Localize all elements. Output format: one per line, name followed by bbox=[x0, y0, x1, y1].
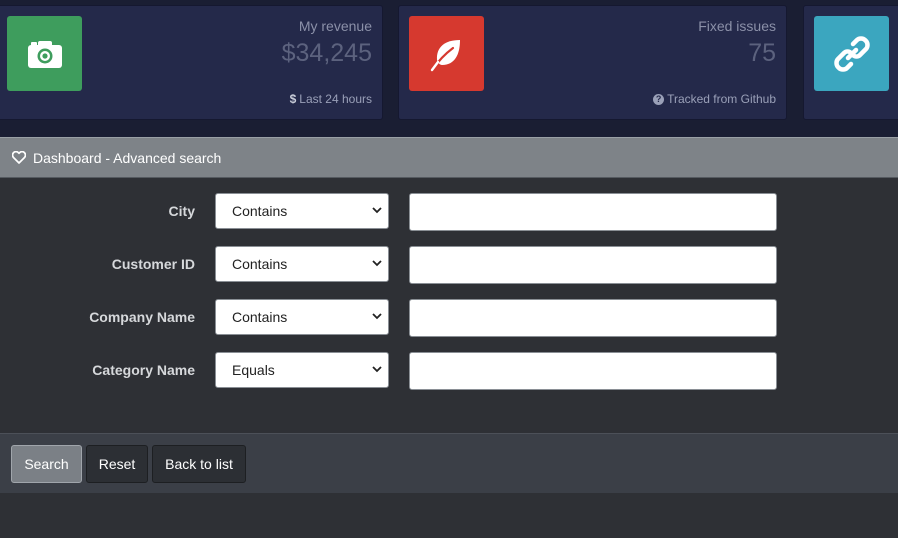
back-to-list-button[interactable]: Back to list bbox=[152, 445, 246, 483]
form-row-city: City Contains bbox=[0, 193, 898, 231]
revenue-card: My revenue $34,245 $ Last 24 hours bbox=[0, 5, 383, 120]
city-label: City bbox=[168, 203, 195, 219]
category-name-label: Category Name bbox=[92, 362, 195, 378]
revenue-value: $34,245 bbox=[281, 39, 372, 67]
category-name-operator-select[interactable]: Equals bbox=[215, 352, 389, 388]
advanced-search-form: City Contains Customer ID Contains Compa… bbox=[0, 178, 898, 433]
chevron-down-icon bbox=[372, 366, 382, 373]
company-name-value-input[interactable] bbox=[409, 299, 777, 337]
issues-footer: ? Tracked from Github bbox=[653, 92, 776, 106]
issues-footer-text: Tracked from Github bbox=[667, 92, 776, 106]
city-value-input[interactable] bbox=[409, 193, 777, 231]
city-operator-select[interactable]: Contains bbox=[215, 193, 389, 229]
revenue-footer-text: Last 24 hours bbox=[299, 92, 372, 106]
category-name-value-input[interactable] bbox=[409, 352, 777, 390]
issues-card: Fixed issues 75 ? Tracked from Github bbox=[398, 5, 787, 120]
customer-id-value-input[interactable] bbox=[409, 246, 777, 284]
customer-id-operator-select[interactable]: Contains bbox=[215, 246, 389, 282]
city-operator-value: Contains bbox=[232, 203, 288, 219]
link-icon bbox=[814, 16, 889, 91]
panel-title: Dashboard - Advanced search bbox=[33, 149, 222, 166]
company-name-operator-value: Contains bbox=[232, 309, 288, 325]
camera-icon bbox=[7, 16, 82, 91]
form-row-company-name: Company Name Contains bbox=[0, 299, 898, 337]
company-name-operator-select[interactable]: Contains bbox=[215, 299, 389, 335]
button-bar: Search Reset Back to list bbox=[0, 433, 898, 493]
form-row-customer-id: Customer ID Contains bbox=[0, 246, 898, 284]
revenue-footer: $ Last 24 hours bbox=[290, 92, 372, 106]
issues-value: 75 bbox=[748, 39, 776, 67]
heart-icon bbox=[12, 151, 26, 164]
chevron-down-icon bbox=[372, 313, 382, 320]
form-row-category-name: Category Name Equals bbox=[0, 352, 898, 390]
category-name-operator-value: Equals bbox=[232, 362, 275, 378]
leaf-icon bbox=[409, 16, 484, 91]
chevron-down-icon bbox=[372, 260, 382, 267]
search-button[interactable]: Search bbox=[11, 445, 82, 483]
links-card bbox=[803, 5, 898, 120]
panel-header: Dashboard - Advanced search bbox=[0, 137, 898, 178]
customer-id-label: Customer ID bbox=[111, 256, 195, 272]
chevron-down-icon bbox=[372, 207, 382, 214]
company-name-label: Company Name bbox=[89, 309, 195, 325]
question-circle-icon: ? bbox=[653, 93, 665, 105]
revenue-label: My revenue bbox=[298, 18, 372, 34]
stats-strip: My revenue $34,245 $ Last 24 hours Fixed… bbox=[0, 0, 898, 137]
issues-label: Fixed issues bbox=[698, 18, 776, 34]
reset-button[interactable]: Reset bbox=[86, 445, 148, 483]
customer-id-operator-value: Contains bbox=[232, 256, 288, 272]
dollar-icon: $ bbox=[289, 92, 297, 106]
